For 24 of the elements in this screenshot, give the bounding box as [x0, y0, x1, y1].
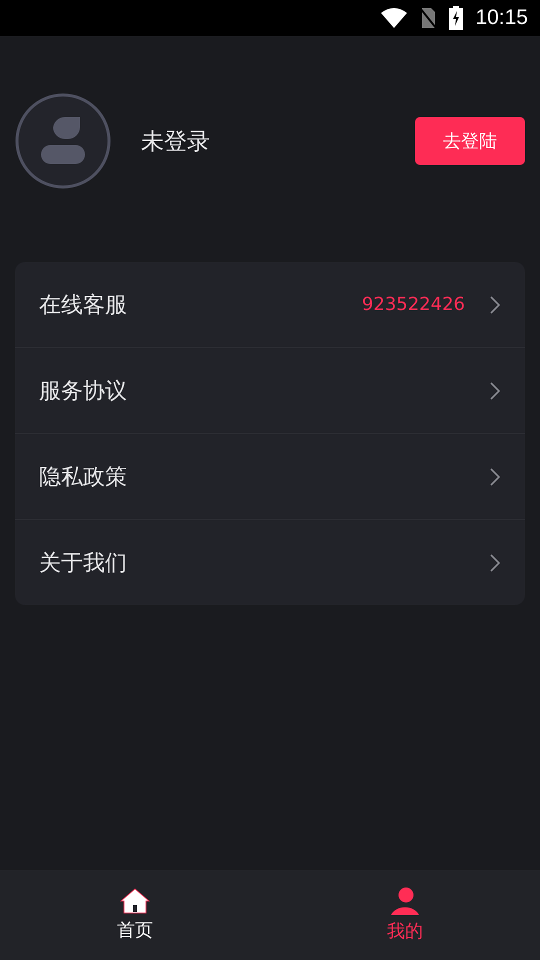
chevron-icon [490, 554, 500, 572]
menu-label: 服务协议 [39, 378, 128, 406]
person-icon [390, 887, 420, 915]
chevron-icon [490, 468, 500, 486]
menu-item[interactable]: 隐私政策 [15, 433, 525, 519]
menu-item[interactable]: 在线客服 923522426 [15, 262, 525, 347]
avatar-icon [15, 93, 111, 189]
nav-tab[interactable]: 首页 [0, 870, 270, 960]
chevron-icon [490, 296, 500, 314]
menu-label: 在线客服 [39, 292, 128, 320]
menu-label: 隐私政策 [39, 464, 128, 492]
menu-item[interactable]: 关于我们 [15, 519, 525, 605]
wifi-icon [381, 8, 408, 28]
menu-item[interactable]: 服务协议 [15, 347, 525, 433]
user-name: 未登录 [141, 128, 211, 156]
status-time: 10:15 [475, 6, 528, 30]
home-icon [120, 888, 150, 914]
chevron-icon [490, 382, 500, 400]
login-button[interactable]: 去登陆 [415, 117, 525, 165]
menu-label: 关于我们 [39, 550, 128, 578]
no-sim-icon [419, 7, 438, 29]
nav-tab[interactable]: 我的 [270, 870, 540, 960]
menu-value: 923522426 [362, 294, 465, 315]
battery-icon [449, 6, 464, 30]
